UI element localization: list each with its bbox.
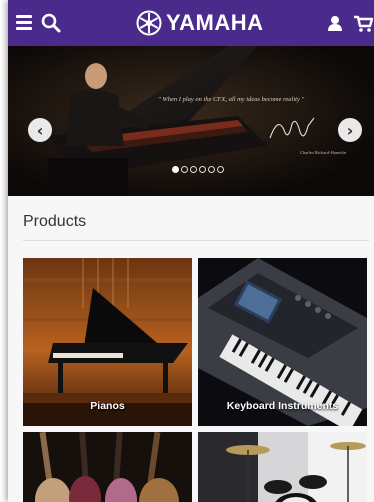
drums-image bbox=[198, 432, 367, 502]
carousel-dots bbox=[172, 166, 224, 173]
section-divider bbox=[23, 240, 369, 241]
hero-quote: " When I play on the CFX, all my ideas b… bbox=[158, 96, 305, 103]
carousel-next-button[interactable]: › bbox=[338, 118, 362, 142]
carousel-prev-button[interactable]: ‹ bbox=[28, 118, 52, 142]
yamaha-logo-icon bbox=[136, 10, 162, 36]
product-tile-guitars[interactable] bbox=[23, 432, 192, 502]
product-label: Pianos bbox=[90, 400, 125, 412]
carousel-dot[interactable] bbox=[190, 166, 197, 173]
menu-icon[interactable] bbox=[14, 12, 36, 34]
carousel-dot[interactable] bbox=[172, 166, 179, 173]
products-heading: Products bbox=[23, 213, 87, 230]
hero-image bbox=[8, 46, 374, 196]
signature-caption: Charles Richard-Hamelin bbox=[300, 150, 347, 155]
yamaha-logo[interactable]: YAMAHA bbox=[136, 8, 264, 38]
carousel-dot[interactable] bbox=[217, 166, 224, 173]
mobile-page: YAMAHA " When I play on the CFX, all my … bbox=[8, 0, 374, 502]
product-tile-drums[interactable] bbox=[198, 432, 367, 502]
account-icon[interactable] bbox=[324, 12, 346, 34]
product-tile-keyboards[interactable]: Keyboard Instruments bbox=[198, 258, 367, 426]
carousel-dot[interactable] bbox=[199, 166, 206, 173]
guitars-image bbox=[23, 432, 192, 502]
product-tile-pianos[interactable]: Pianos bbox=[23, 258, 192, 426]
chevron-left-icon: ‹ bbox=[36, 120, 44, 140]
carousel-dot[interactable] bbox=[181, 166, 188, 173]
search-icon[interactable] bbox=[40, 12, 62, 34]
site-header: YAMAHA bbox=[8, 0, 374, 46]
brand-name: YAMAHA bbox=[166, 10, 264, 35]
chevron-right-icon: › bbox=[346, 120, 354, 140]
product-label: Keyboard Instruments bbox=[226, 400, 339, 412]
cart-icon[interactable] bbox=[352, 12, 374, 34]
hero-carousel[interactable]: " When I play on the CFX, all my ideas b… bbox=[8, 46, 374, 196]
carousel-dot[interactable] bbox=[208, 166, 215, 173]
